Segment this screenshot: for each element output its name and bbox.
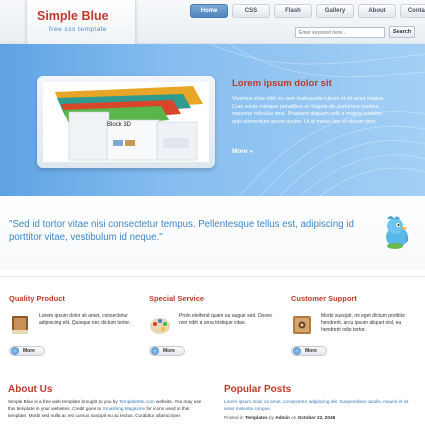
post-date: October 22, 2048 — [297, 415, 336, 420]
feature-text: Lorem ipsum dolor sit amet, consectetur … — [39, 313, 131, 326]
arrow-bullet-icon — [11, 347, 19, 355]
more-button-customer-support[interactable]: More — [291, 346, 327, 356]
nav-item-home[interactable]: Home — [190, 4, 228, 18]
hero-text: Vivamus vitae nibh eu sem malesuada rutr… — [232, 96, 385, 125]
search-button[interactable]: Search — [389, 26, 415, 38]
twitter-bird-icon[interactable] — [381, 213, 413, 251]
more-label: More — [23, 348, 35, 354]
feature-title: Special Service — [149, 294, 205, 303]
site-subtitle: free css template — [49, 26, 107, 33]
nav-item-about[interactable]: About — [358, 4, 396, 18]
hero-more-link[interactable]: More » — [232, 148, 253, 155]
safe-icon — [293, 316, 311, 334]
site-logo[interactable]: Simple Blue free css template — [26, 0, 136, 47]
arrow-bullet-icon — [151, 347, 159, 355]
feature-quality-product: Quality Product Lorem ipsum dolor sit am… — [9, 294, 134, 356]
feature-text: Proin eleifend quam eu augue sed. Donec … — [179, 313, 273, 326]
showcase-frame: Block 3D — [37, 76, 215, 168]
main-nav: Home CSS Flash Gallery About Contact — [190, 4, 425, 20]
hero-title: Lorem ipsum dolor sit — [232, 78, 332, 89]
nav-item-contact[interactable]: Contact — [400, 4, 425, 18]
more-button-special-service[interactable]: More — [149, 346, 185, 356]
posted-in-label: Posted in — [224, 415, 244, 420]
nav-item-gallery[interactable]: Gallery — [316, 4, 354, 18]
templatemo-link[interactable]: TemplateMo.com — [119, 399, 155, 404]
more-label: More — [163, 348, 175, 354]
feature-title: Quality Product — [9, 294, 65, 303]
popular-post-meta: Posted in Templates by Admin on October … — [224, 415, 419, 420]
feature-text: Morbi suscipit, mi eget dictum porttitor… — [321, 313, 406, 333]
about-text-part: Simple Blue is a free web template broug… — [8, 399, 119, 404]
on-label: on — [291, 415, 297, 420]
more-label: More — [305, 348, 317, 354]
post-author[interactable]: Admin — [275, 415, 290, 420]
site-title: Simple Blue — [37, 9, 109, 23]
showcase-image: Block 3D — [43, 82, 209, 162]
book-icon — [12, 316, 28, 334]
post-category-link[interactable]: Templates — [245, 415, 268, 420]
showcase-image-label: Block 3D — [107, 122, 132, 128]
featured-quote: "Sed id tortor vitae nisi consectetur te… — [9, 219, 354, 243]
nav-item-css[interactable]: CSS — [232, 4, 270, 18]
popular-post-link[interactable]: Lorem ipsum dolor sit amet, consectetur … — [224, 398, 419, 412]
more-button-quality-product[interactable]: More — [9, 346, 45, 356]
feature-special-service: Special Service Proin eleifend quam eu a… — [149, 294, 274, 356]
feature-customer-support: Customer Support Morbi suscipit, mi eget… — [291, 294, 416, 356]
section-divider — [0, 276, 425, 277]
search-input[interactable] — [295, 27, 385, 38]
nav-item-flash[interactable]: Flash — [274, 4, 312, 18]
palette-icon — [150, 318, 170, 334]
by-label: by — [269, 415, 274, 420]
smashing-magazine-link[interactable]: Smashing Magazine — [103, 406, 145, 411]
popular-posts-title: Popular Posts — [224, 384, 292, 395]
feature-title: Customer Support — [291, 294, 357, 303]
arrow-bullet-icon — [293, 347, 301, 355]
about-us-title: About Us — [8, 384, 53, 395]
about-us-text: Simple Blue is a free web template broug… — [8, 398, 203, 419]
